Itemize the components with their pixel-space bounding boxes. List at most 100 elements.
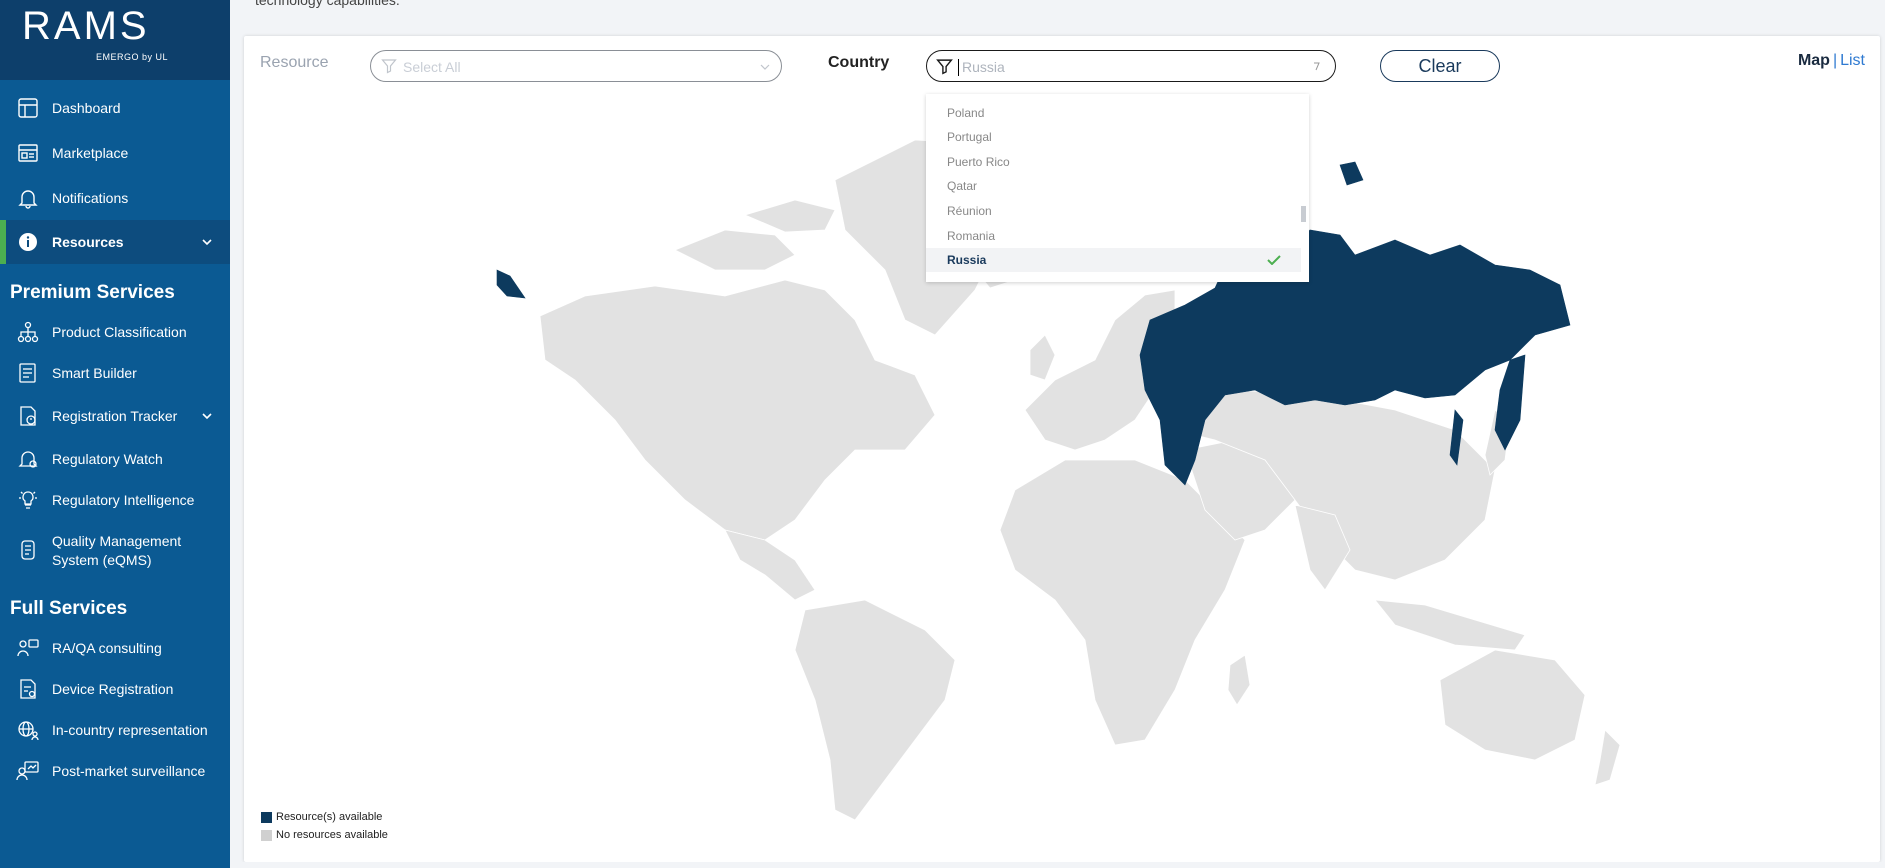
sidebar-item-quality-management[interactable]: Quality Management System (eQMS) [0, 528, 230, 572]
sidebar-item-marketplace[interactable]: Marketplace [0, 131, 230, 175]
sidebar-item-regulatory-intelligence[interactable]: Regulatory Intelligence [0, 478, 230, 522]
sidebar-item-dashboard[interactable]: Dashboard [0, 86, 230, 130]
country-input-value: Russia [962, 59, 1005, 75]
dropdown-option[interactable]: Puerto Rico [926, 150, 1301, 174]
sidebar-item-in-country-representation[interactable]: In-country representation [0, 708, 230, 752]
sidebar-item-device-registration[interactable]: Device Registration [0, 667, 230, 711]
legend-unavailable-label: No resources available [276, 829, 388, 841]
sidebar-item-label: Smart Builder [52, 365, 137, 381]
text-caret [958, 59, 959, 76]
logo[interactable]: RAMS EMERGO by UL [0, 0, 230, 80]
sidebar-item-label: Quality Management System (eQMS) [52, 532, 181, 570]
hierarchy-icon [17, 321, 39, 343]
sidebar-item-label-line1: Quality Management [52, 533, 182, 549]
sidebar-item-label: Device Registration [52, 681, 174, 697]
sidebar-item-raqa-consulting[interactable]: RA/QA consulting [0, 626, 230, 670]
clear-button[interactable]: Clear [1380, 50, 1500, 82]
dropdown-option[interactable]: Réunion [926, 199, 1301, 223]
dropdown-option[interactable]: Qatar [926, 174, 1301, 198]
legend-swatch-available [261, 811, 272, 823]
sidebar-item-label: Post-market surveillance [52, 763, 206, 779]
view-separator: | [1832, 52, 1838, 69]
tracker-icon [20, 406, 36, 426]
page-intro-text: technology capabilities. [255, 0, 400, 8]
map-region-central-america[interactable] [724, 529, 816, 601]
dropdown-option-label: Russia [947, 253, 987, 267]
map-region-russia-islands[interactable] [1339, 161, 1364, 186]
premium-services-title: Premium Services [10, 282, 175, 303]
chevron-down-icon[interactable] [200, 409, 214, 423]
check-icon [1267, 255, 1281, 265]
watch-bell-icon [18, 451, 38, 468]
country-label: Country [828, 54, 890, 71]
dropdown-option[interactable]: Portugal [926, 125, 1301, 149]
sidebar-item-label: RA/QA consulting [52, 640, 162, 656]
sidebar-item-resources[interactable]: Resources [0, 220, 230, 264]
info-icon [19, 233, 37, 251]
chevron-down-icon [760, 64, 770, 70]
registration-doc-icon [20, 679, 36, 699]
sidebar-item-label: Regulatory Intelligence [52, 492, 195, 508]
dropdown-scrollbar[interactable] [1301, 206, 1306, 222]
surveillance-icon [16, 761, 39, 781]
map-region-australia[interactable] [1439, 649, 1586, 761]
legend-swatch-unavailable [261, 829, 272, 841]
full-services-title: Full Services [10, 598, 128, 619]
dropdown-option-selected[interactable]: Russia [926, 248, 1301, 272]
map-region-uk[interactable] [1029, 334, 1056, 381]
dropdown-option[interactable]: Poland [926, 101, 1301, 125]
sidebar-item-product-classification[interactable]: Product Classification [0, 310, 230, 354]
map-region-arctic-islands-2[interactable] [743, 199, 836, 233]
filter-icon [936, 59, 953, 75]
logo-subtitle: EMERGO by UL [96, 52, 169, 62]
bottom-bar [230, 862, 1885, 868]
sidebar-item-label: Dashboard [52, 100, 121, 116]
lightbulb-icon [19, 491, 37, 509]
sidebar-item-label: In-country representation [52, 722, 208, 738]
sidebar-item-label: Regulatory Watch [52, 451, 163, 467]
map-region-north-america[interactable] [539, 279, 936, 541]
map-region-madagascar[interactable] [1227, 654, 1251, 706]
resource-select-placeholder: Select All [403, 59, 461, 75]
marketplace-icon [18, 144, 38, 162]
sidebar-item-notifications[interactable]: Notifications [0, 176, 230, 220]
filter-icon [381, 59, 397, 74]
document-builder-icon [19, 363, 36, 383]
sidebar-item-label: Product Classification [52, 324, 187, 340]
map-region-new-zealand[interactable] [1594, 729, 1621, 786]
sidebar-item-label: Marketplace [52, 145, 129, 161]
sidebar: RAMS EMERGO by UL Dashboard Marketplace … [0, 0, 230, 868]
dropdown-option[interactable]: Romania [926, 224, 1301, 248]
map-view-link[interactable]: Map [1798, 52, 1830, 69]
map-region-indonesia[interactable] [1374, 599, 1526, 651]
sidebar-item-registration-tracker[interactable]: Registration Tracker [0, 394, 230, 438]
legend-unavailable: No resources available [261, 829, 388, 841]
consulting-icon [17, 639, 39, 657]
resource-label: Resource [260, 54, 329, 71]
map-region-south-america[interactable] [794, 599, 956, 821]
clear-value-icon[interactable] [1313, 61, 1321, 71]
list-view-link[interactable]: List [1840, 52, 1865, 69]
bell-icon [18, 190, 38, 209]
globe-people-icon [18, 721, 39, 741]
resource-select[interactable]: Select All [370, 50, 782, 82]
qms-icon [21, 540, 35, 560]
sidebar-item-regulatory-watch[interactable]: Regulatory Watch [0, 437, 230, 481]
map-region-russia-chukotka-west[interactable] [496, 269, 526, 299]
sidebar-item-label: Resources [52, 234, 124, 250]
legend-available: Resource(s) available [261, 811, 382, 823]
dashboard-icon [18, 98, 38, 118]
map-region-russia-kamchatka[interactable] [1494, 354, 1526, 451]
sidebar-item-label-line2: System (eQMS) [52, 552, 152, 568]
sidebar-item-label: Notifications [52, 190, 129, 206]
view-toggle: Map | List [1798, 52, 1865, 70]
logo-text: RAMS [22, 4, 150, 48]
legend-available-label: Resource(s) available [276, 811, 383, 823]
country-input[interactable]: Russia [926, 50, 1336, 82]
sidebar-item-post-market-surveillance[interactable]: Post-market surveillance [0, 749, 230, 793]
map-region-arctic-islands[interactable] [674, 229, 796, 271]
chevron-down-icon[interactable] [200, 235, 214, 249]
sidebar-item-label: Registration Tracker [52, 408, 178, 424]
country-dropdown[interactable]: Poland Portugal Puerto Rico Qatar Réunio… [926, 94, 1309, 282]
sidebar-item-smart-builder[interactable]: Smart Builder [0, 351, 230, 395]
